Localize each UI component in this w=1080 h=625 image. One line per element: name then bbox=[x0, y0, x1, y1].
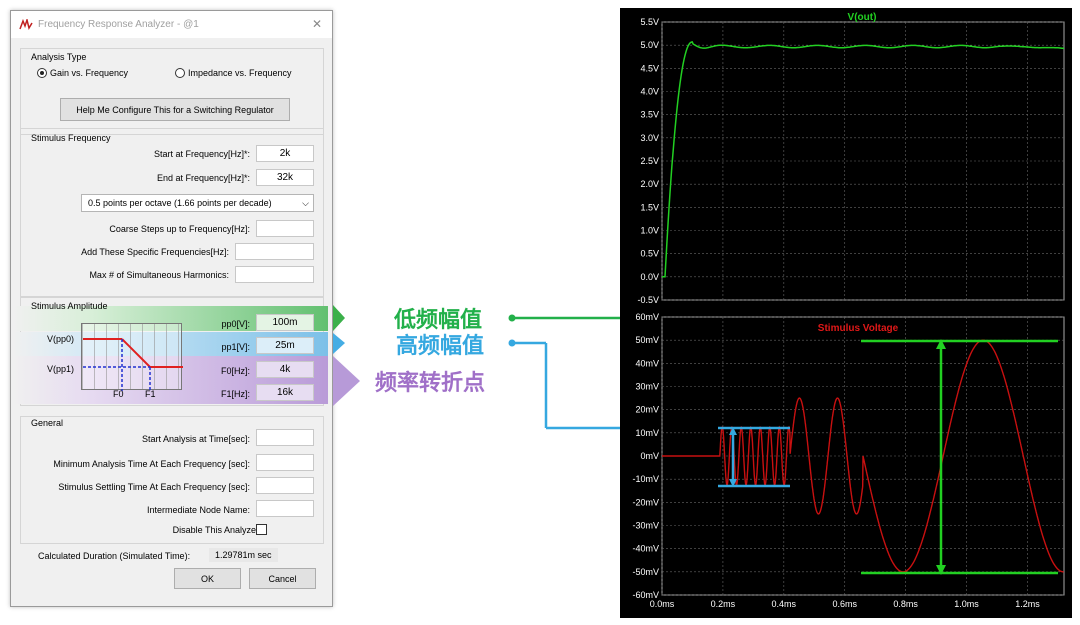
bottom-y-tick-label: -40mV bbox=[632, 544, 659, 554]
bottom-y-tick-label: -10mV bbox=[632, 474, 659, 484]
intermediate-node-field[interactable] bbox=[256, 500, 314, 517]
gain-vs-frequency-radio[interactable]: Gain vs. Frequency bbox=[37, 68, 128, 78]
x-tick-label: 0.4ms bbox=[772, 599, 797, 609]
top-y-tick-label: 0.5V bbox=[640, 249, 659, 259]
bottom-y-tick-label: 30mV bbox=[635, 382, 659, 392]
ltspice-app-icon bbox=[19, 18, 33, 30]
bottom-y-axis-ticks: 60mV 50mV 40mV 30mV 20mV 10mV 0mV -10mV -20mV -30… bbox=[632, 312, 659, 600]
stimulus-amplitude-label: Stimulus Amplitude bbox=[31, 301, 108, 311]
f0-field[interactable]: 4k bbox=[256, 361, 314, 378]
max-harmonics-label: Max # of Simultaneous Harmonics: bbox=[89, 270, 229, 280]
stimulus-frequency-label: Stimulus Frequency bbox=[31, 133, 111, 143]
disable-analyzer-checkbox[interactable] bbox=[256, 524, 267, 535]
waveform-viewer: 5.5V 5.0V 4.5V 4.0V 3.5V 3.0V 2.5V 2.0V 1.5V 1.0V… bbox=[620, 8, 1072, 618]
bottom-y-tick-label: -50mV bbox=[632, 567, 659, 577]
pp1-label: pp1[V]: bbox=[221, 342, 250, 352]
x-tick-label: 0.2ms bbox=[711, 599, 736, 609]
top-y-axis-ticks: 5.5V 5.0V 4.5V 4.0V 3.5V 3.0V 2.5V 2.0V 1.5V 1.0V… bbox=[637, 17, 659, 305]
end-frequency-label: End at Frequency[Hz]*: bbox=[156, 173, 250, 183]
specific-frequencies-field[interactable] bbox=[235, 243, 314, 260]
x-axis-ticks: 0.0ms 0.2ms 0.4ms 0.6ms 0.8ms 1.0ms 1.2ms bbox=[650, 599, 1040, 609]
f0-label: F0[Hz]: bbox=[220, 366, 250, 376]
amplitude-diagram-svg bbox=[83, 338, 183, 391]
diagram-vpp1-label: V(pp1) bbox=[47, 364, 75, 374]
f1-label: F1[Hz]: bbox=[220, 389, 250, 399]
bottom-y-tick-label: 10mV bbox=[635, 428, 659, 438]
top-y-tick-label: 0.0V bbox=[640, 272, 659, 282]
top-y-tick-label: 1.5V bbox=[640, 202, 659, 212]
start-time-field[interactable] bbox=[256, 429, 314, 446]
pp0-label: pp0[V]: bbox=[221, 319, 250, 329]
start-frequency-field[interactable]: 2k bbox=[256, 145, 314, 162]
top-y-tick-label: 5.0V bbox=[640, 40, 659, 50]
bottom-y-tick-label: 50mV bbox=[635, 335, 659, 345]
top-y-tick-label: 2.5V bbox=[640, 156, 659, 166]
min-analysis-time-field[interactable] bbox=[256, 454, 314, 471]
top-y-tick-label: 3.0V bbox=[640, 133, 659, 143]
x-tick-label: 1.0ms bbox=[954, 599, 979, 609]
cancel-button[interactable]: Cancel bbox=[249, 568, 316, 589]
top-y-tick-label: 5.5V bbox=[640, 17, 659, 27]
end-frequency-field[interactable]: 32k bbox=[256, 169, 314, 186]
top-y-tick-label: -0.5V bbox=[637, 295, 659, 305]
close-icon[interactable]: ✕ bbox=[312, 17, 322, 31]
settling-time-field[interactable] bbox=[256, 477, 314, 494]
help-configure-button[interactable]: Help Me Configure This for a Switching R… bbox=[60, 98, 290, 121]
top-y-tick-label: 1.0V bbox=[640, 226, 659, 236]
x-tick-label: 0.0ms bbox=[650, 599, 675, 609]
diagram-f0-label: F0 bbox=[113, 389, 124, 399]
bottom-y-tick-label: 40mV bbox=[635, 358, 659, 368]
diagram-f1-label: F1 bbox=[145, 389, 156, 399]
ok-button[interactable]: OK bbox=[174, 568, 241, 589]
frequency-response-dialog: Frequency Response Analyzer - @1 ✕ Analy… bbox=[10, 10, 333, 607]
disable-analyzer-label: Disable This Analyzer bbox=[172, 525, 259, 535]
diagram-vpp0-label: V(pp0) bbox=[47, 334, 75, 344]
start-frequency-label: Start at Frequency[Hz]*: bbox=[153, 149, 250, 159]
x-tick-label: 0.8ms bbox=[893, 599, 918, 609]
pp0-field[interactable]: 100m bbox=[256, 314, 314, 331]
top-y-tick-label: 3.5V bbox=[640, 110, 659, 120]
x-tick-label: 1.2ms bbox=[1015, 599, 1040, 609]
dialog-title: Frequency Response Analyzer - @1 bbox=[38, 19, 199, 30]
pp1-field[interactable]: 25m bbox=[256, 337, 314, 354]
bottom-y-tick-label: -30mV bbox=[632, 521, 659, 531]
corner-frequency-annotation: 频率转折点 bbox=[375, 370, 486, 396]
amplitude-diagram bbox=[81, 323, 183, 391]
intermediate-node-label: Intermediate Node Name: bbox=[146, 505, 250, 515]
max-harmonics-field[interactable] bbox=[235, 266, 314, 283]
general-label: General bbox=[31, 418, 64, 428]
analysis-type-label: Analysis Type bbox=[31, 52, 87, 62]
f1-field[interactable]: 16k bbox=[256, 384, 314, 401]
top-y-tick-label: 4.0V bbox=[640, 87, 659, 97]
specific-frequencies-label: Add These Specific Frequencies[Hz]: bbox=[81, 247, 229, 257]
coarse-steps-label: Coarse Steps up to Frequency[Hz]: bbox=[109, 224, 250, 234]
points-per-octave-value: 0.5 points per octave (1.66 points per d… bbox=[88, 198, 272, 208]
coarse-steps-field[interactable] bbox=[256, 220, 314, 237]
min-analysis-time-label: Minimum Analysis Time At Each Frequency … bbox=[53, 459, 250, 469]
duration-value: 1.29781m sec bbox=[209, 548, 278, 562]
top-plot-title: V(out) bbox=[848, 12, 877, 23]
high-freq-amplitude-annotation: 高频幅值 bbox=[396, 333, 485, 359]
start-time-label: Start Analysis at Time[sec]: bbox=[141, 434, 250, 444]
impedance-radio-label: Impedance vs. Frequency bbox=[188, 68, 292, 78]
duration-label: Calculated Duration (Simulated Time): bbox=[38, 551, 191, 561]
bottom-y-tick-label: -20mV bbox=[632, 497, 659, 507]
impedance-vs-frequency-radio[interactable]: Impedance vs. Frequency bbox=[175, 68, 292, 78]
top-y-tick-label: 2.0V bbox=[640, 179, 659, 189]
bottom-y-tick-label: 0mV bbox=[640, 451, 659, 461]
radio-unselected-icon bbox=[175, 68, 185, 78]
gain-radio-label: Gain vs. Frequency bbox=[50, 68, 129, 78]
bottom-plot-title: Stimulus Voltage bbox=[818, 323, 899, 334]
bottom-y-tick-label: 60mV bbox=[635, 312, 659, 322]
points-per-octave-select[interactable]: 0.5 points per octave (1.66 points per d… bbox=[81, 194, 314, 212]
bottom-y-tick-label: 20mV bbox=[635, 405, 659, 415]
x-tick-label: 0.6ms bbox=[832, 599, 857, 609]
settling-time-label: Stimulus Settling Time At Each Frequency… bbox=[58, 482, 250, 492]
chevron-down-icon: ⌵ bbox=[302, 198, 309, 208]
radio-selected-icon bbox=[37, 68, 47, 78]
waveform-svg[interactable]: 5.5V 5.0V 4.5V 4.0V 3.5V 3.0V 2.5V 2.0V 1.5V 1.0V… bbox=[620, 8, 1072, 618]
dialog-titlebar: Frequency Response Analyzer - @1 ✕ bbox=[11, 11, 332, 38]
top-y-tick-label: 4.5V bbox=[640, 63, 659, 73]
